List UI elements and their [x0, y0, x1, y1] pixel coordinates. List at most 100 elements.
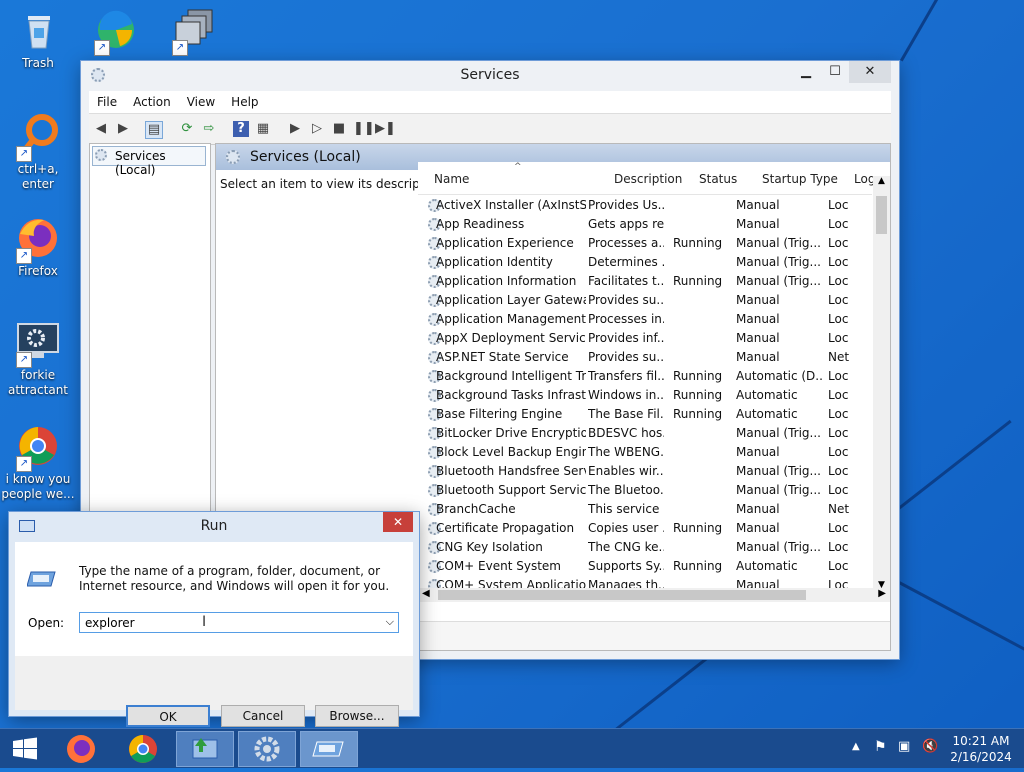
table-row[interactable]: Background Intelligent Tran...Transfers …	[418, 367, 872, 386]
service-startup-type: Manual (Trig...	[736, 426, 821, 440]
vertical-scroll-thumb[interactable]	[876, 196, 887, 234]
network-icon[interactable]: ▣	[898, 739, 910, 754]
taskbar-firefox[interactable]	[52, 731, 110, 767]
service-name: Application Layer Gateway ...	[436, 293, 586, 307]
service-description: Provides su...	[588, 293, 664, 307]
service-log-on-as: Loc	[828, 483, 849, 497]
export-list-icon[interactable]: ⇨	[201, 121, 217, 137]
service-description: Gets apps re...	[588, 217, 664, 231]
open-input[interactable]: explorer	[85, 616, 135, 630]
refresh-icon[interactable]: ⟳	[179, 121, 195, 137]
table-row[interactable]: Bluetooth Handsfree ServiceEnables wir..…	[418, 462, 872, 481]
magnifier-icon: ↗	[14, 112, 62, 162]
control-panel-icon	[192, 738, 218, 759]
services-titlebar[interactable]: Services ▁ ☐ ✕	[81, 61, 899, 91]
desktop-icon-firefox[interactable]: ↗ Firefox	[0, 214, 76, 279]
table-row[interactable]: Application Identity Determines ... Manual…	[418, 253, 872, 272]
desktop-icon-search-tool[interactable]: ↗ ctrl+a, enter	[0, 112, 76, 192]
desktop-icon-chrome[interactable]: ↗ i know you people we...	[0, 422, 76, 502]
cancel-button[interactable]: Cancel	[221, 705, 305, 727]
menu-file[interactable]: File	[89, 91, 125, 113]
desktop-icon-settings-monitor[interactable]: ↗ forkie attractant	[0, 318, 76, 398]
menu-help[interactable]: Help	[223, 91, 266, 113]
volume-muted-icon[interactable]: 🔇	[922, 739, 938, 754]
table-row[interactable]: Background Tasks Infrastru...Windows in.…	[418, 386, 872, 405]
column-header-startup-type[interactable]: Startup Type	[762, 172, 838, 186]
forward-icon[interactable]: ▶	[115, 121, 131, 137]
column-header-description[interactable]: Description	[614, 172, 682, 186]
service-name: ASP.NET State Service	[436, 350, 569, 364]
restart-service-icon[interactable]: ▶❚	[375, 121, 396, 137]
pause-service-icon[interactable]: ❚❚	[353, 121, 375, 137]
start-service-alt-icon[interactable]: ▷	[309, 121, 325, 137]
tree-item-services-local[interactable]: Services (Local)	[92, 146, 206, 177]
table-row[interactable]: COM+ Event System Supports Sy... Running Au…	[418, 557, 872, 576]
stop-service-icon[interactable]: ■	[331, 121, 347, 137]
service-name: Application Experience	[436, 236, 574, 250]
menu-action[interactable]: Action	[125, 91, 179, 113]
horizontal-scrollbar[interactable]: ◀ ▶	[418, 588, 890, 602]
table-row[interactable]: Bluetooth Support Service The Bluetoo... M…	[418, 481, 872, 500]
service-status: Running	[673, 274, 723, 288]
table-row[interactable]: ASP.NET State Service Provides su... Manua…	[418, 348, 872, 367]
open-combobox[interactable]: explorer I ⌵	[79, 612, 399, 633]
scroll-right-icon[interactable]: ▶	[878, 588, 886, 599]
vertical-scrollbar[interactable]: ▲ ▼	[873, 176, 890, 590]
clock[interactable]: 10:21 AM 2/16/2024	[946, 733, 1016, 765]
run-titlebar[interactable]: Run ✕	[9, 512, 419, 540]
chevron-down-icon[interactable]: ⌵	[386, 615, 394, 629]
desktop-icon-edge[interactable]: ↗	[78, 6, 154, 56]
table-row[interactable]: Certificate Propagation Copies user ... Ru…	[418, 519, 872, 538]
status-bar	[418, 621, 890, 650]
taskbar-chrome[interactable]	[114, 731, 172, 767]
close-button[interactable]: ✕	[849, 61, 891, 83]
taskbar-control-panel[interactable]	[176, 731, 234, 767]
desktop-icon-label: i know you people we...	[1, 472, 75, 501]
taskbar-services[interactable]	[238, 731, 296, 767]
table-row[interactable]: AppX Deployment Service (...Provides inf…	[418, 329, 872, 348]
table-row[interactable]: App Readiness Gets apps re... Manual Loc	[418, 215, 872, 234]
service-name: COM+ Event System	[436, 559, 561, 573]
start-button[interactable]	[0, 729, 50, 769]
run-close-button[interactable]: ✕	[383, 512, 413, 532]
menu-view[interactable]: View	[179, 91, 223, 113]
clock-time: 10:21 AM	[952, 734, 1010, 748]
table-row[interactable]: ActiveX Installer (AxInstSV) Provides Us.…	[418, 196, 872, 215]
table-row[interactable]: Application Experience Processes a... Runn…	[418, 234, 872, 253]
desktop-icon-windows-stack[interactable]: ↗	[156, 6, 232, 56]
service-log-on-as: Loc	[828, 312, 849, 326]
maximize-button[interactable]: ☐	[821, 61, 849, 83]
service-startup-type: Manual (Trig...	[736, 255, 821, 269]
minimize-button[interactable]: ▁	[793, 61, 819, 83]
table-row[interactable]: CNG Key Isolation The CNG ke... Manual (Tr…	[418, 538, 872, 557]
table-row[interactable]: BitLocker Drive Encryption ...BDESVC hos…	[418, 424, 872, 443]
service-log-on-as: Loc	[828, 388, 849, 402]
column-header-name[interactable]: Name	[434, 172, 469, 186]
properties-icon[interactable]: ▦	[255, 121, 271, 137]
back-icon[interactable]: ◀	[93, 121, 109, 137]
table-row[interactable]: Block Level Backup Engine ...The WBENG..…	[418, 443, 872, 462]
scroll-left-icon[interactable]: ◀	[422, 588, 430, 599]
help-icon[interactable]: ?	[233, 121, 249, 137]
taskbar-run[interactable]	[300, 731, 358, 767]
table-row[interactable]: BranchCache This service ... Manual Net	[418, 500, 872, 519]
run-dialog[interactable]: Run ✕ Type the name of a program, folder…	[9, 512, 419, 727]
start-service-icon[interactable]: ▶	[287, 121, 303, 137]
browse-button[interactable]: Browse...	[315, 705, 399, 727]
table-row[interactable]: Application ManagementProcesses in... Man…	[418, 310, 872, 329]
scroll-up-icon[interactable]: ▲	[873, 176, 890, 186]
ok-button[interactable]: OK	[126, 705, 210, 727]
table-row[interactable]: Application Layer Gateway ...Provides su…	[418, 291, 872, 310]
action-center-flag-icon[interactable]: ⚑	[874, 739, 887, 755]
table-row[interactable]: Application Information Facilitates t... R…	[418, 272, 872, 291]
shortcut-arrow-icon: ↗	[94, 40, 110, 56]
show-hidden-icons-icon[interactable]: ▲	[852, 741, 860, 752]
desktop-icon-trash[interactable]: Trash	[0, 6, 76, 71]
show-hide-tree-icon[interactable]: ▤	[145, 121, 163, 139]
service-log-on-as: Loc	[828, 407, 849, 421]
service-description: Enables wir...	[588, 464, 664, 478]
horizontal-scroll-thumb[interactable]	[438, 590, 806, 600]
service-description: Provides inf...	[588, 331, 664, 345]
table-row[interactable]: Base Filtering Engine The Base Fil... Runn…	[418, 405, 872, 424]
column-header-status[interactable]: Status	[699, 172, 737, 186]
